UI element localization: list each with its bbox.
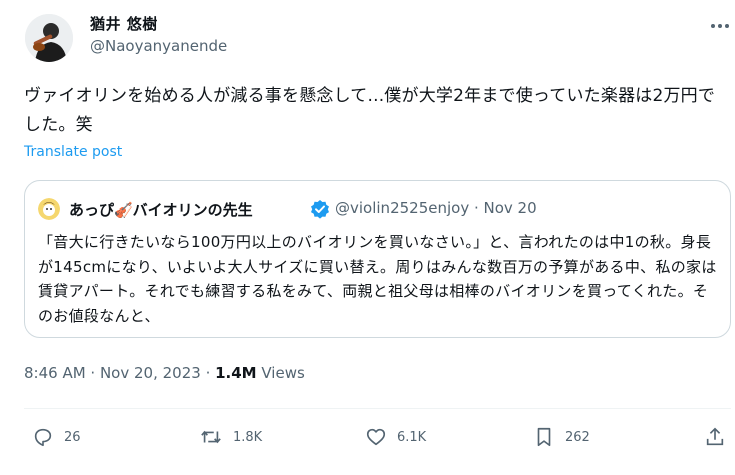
repost-count: 1.8K bbox=[233, 429, 263, 445]
quoted-post[interactable]: あっぴ🎻バイオリンの先生 @violin2525enjoy · Nov 20 「… bbox=[24, 180, 731, 338]
repost-button[interactable]: 1.8K bbox=[199, 424, 262, 450]
quote-author-avatar[interactable] bbox=[38, 198, 60, 220]
bookmark-button[interactable]: 262 bbox=[533, 424, 590, 450]
share-button[interactable] bbox=[704, 424, 726, 450]
views-label: Views bbox=[256, 364, 305, 382]
views-count: 1.4M bbox=[215, 364, 257, 382]
violinist-photo-icon bbox=[25, 14, 73, 62]
divider bbox=[24, 408, 731, 409]
more-options-button[interactable] bbox=[707, 16, 733, 36]
reply-button[interactable]: 26 bbox=[32, 424, 81, 450]
heart-icon bbox=[366, 428, 386, 446]
bookmark-count: 262 bbox=[565, 429, 590, 445]
bookmark-icon bbox=[537, 427, 551, 447]
reply-icon bbox=[34, 428, 52, 447]
quote-text: 「音大に行きたいなら100万円以上のバイオリンを買いなさい。」と、言われたのは中… bbox=[38, 233, 717, 325]
repost-icon bbox=[201, 430, 221, 444]
more-dots-icon bbox=[711, 24, 729, 28]
quote-author-handle: @violin2525enjoy · Nov 20 bbox=[335, 199, 537, 217]
like-count: 6.1K bbox=[397, 429, 427, 445]
translate-post-link[interactable]: Translate post bbox=[24, 144, 122, 160]
timestamp-text[interactable]: 8:46 AM · Nov 20, 2023 · bbox=[24, 364, 215, 382]
verified-badge-icon bbox=[310, 199, 330, 219]
author-handle[interactable]: @Naoyanyanende bbox=[90, 37, 227, 55]
author-name[interactable]: 猶井 悠樹 bbox=[90, 13, 158, 34]
share-icon bbox=[706, 427, 724, 446]
quote-author-name: あっぴ🎻バイオリンの先生 bbox=[69, 201, 253, 219]
author-avatar[interactable] bbox=[25, 14, 73, 62]
like-button[interactable]: 6.1K bbox=[365, 424, 426, 450]
cartoon-avatar-icon bbox=[38, 198, 60, 220]
post-timestamp[interactable]: 8:46 AM · Nov 20, 2023 · 1.4M Views bbox=[24, 364, 305, 382]
reply-count: 26 bbox=[64, 429, 81, 445]
tweet-text: ヴァイオリンを始める人が減る事を懸念して...僕が大学2年まで使っていた楽器は2… bbox=[24, 86, 716, 135]
